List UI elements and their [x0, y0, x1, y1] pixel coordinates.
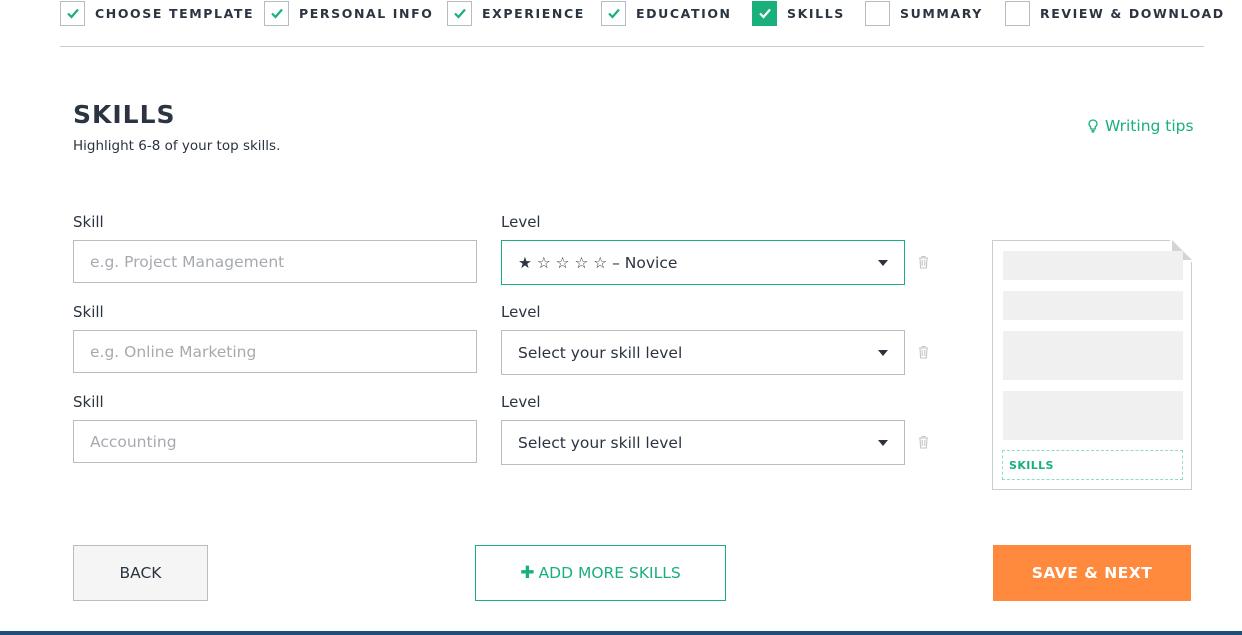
page-subtitle: Highlight 6-8 of your top skills.	[73, 138, 281, 154]
skill-level-value: Select your skill level	[518, 343, 683, 362]
step-skills[interactable]: SKILLS	[752, 0, 845, 26]
preview-skills-section: SKILLS	[1002, 450, 1183, 480]
skill-input[interactable]	[73, 240, 477, 283]
resume-preview: SKILLS	[992, 240, 1192, 490]
skill-level-select[interactable]: Select your skill level	[501, 420, 905, 465]
progress-steps: CHOOSE TEMPLATE PERSONAL INFO EXPERIENCE…	[60, 0, 1223, 47]
step-review-download[interactable]: REVIEW & DOWNLOAD	[1005, 0, 1225, 26]
preview-section-placeholder	[1003, 251, 1183, 280]
trash-icon[interactable]	[918, 255, 929, 269]
check-icon	[66, 8, 79, 19]
skill-level-value: Select your skill level	[518, 433, 683, 452]
add-more-skills-label: ADD MORE SKILLS	[538, 564, 681, 582]
step-checkbox	[1005, 0, 1030, 26]
chevron-down-icon	[878, 349, 888, 356]
chevron-down-icon	[878, 259, 888, 266]
skill-label: Skill	[73, 303, 104, 321]
step-label: SUMMARY	[900, 5, 983, 21]
trash-icon[interactable]	[918, 435, 929, 449]
preview-section-placeholder	[1003, 331, 1183, 380]
step-checkbox	[264, 0, 289, 26]
step-summary[interactable]: SUMMARY	[865, 0, 983, 26]
step-checkbox	[447, 0, 472, 26]
add-more-skills-button[interactable]: ✚ ADD MORE SKILLS	[475, 545, 726, 601]
chevron-down-icon	[878, 439, 888, 446]
trash-icon[interactable]	[918, 345, 929, 359]
footer-strip	[0, 631, 1242, 635]
step-education[interactable]: EDUCATION	[601, 0, 732, 26]
check-icon	[607, 8, 620, 19]
lightbulb-icon	[1088, 119, 1098, 133]
level-label: Level	[501, 303, 541, 321]
writing-tips-label: Writing tips	[1105, 117, 1194, 135]
preview-section-placeholder	[1003, 291, 1183, 320]
skill-level-select[interactable]: Select your skill level	[501, 330, 905, 375]
page-title: SKILLS	[73, 100, 176, 129]
writing-tips-link[interactable]: Writing tips	[1088, 117, 1194, 135]
step-checkbox	[752, 0, 777, 26]
preview-section-placeholder	[1003, 391, 1183, 440]
level-label: Level	[501, 213, 541, 231]
step-experience[interactable]: EXPERIENCE	[447, 0, 585, 26]
save-next-button[interactable]: SAVE & NEXT	[993, 545, 1191, 601]
skill-input[interactable]	[73, 330, 477, 373]
level-label: Level	[501, 393, 541, 411]
skill-label: Skill	[73, 393, 104, 411]
back-button[interactable]: BACK	[73, 545, 208, 601]
check-icon	[270, 8, 283, 19]
plus-icon: ✚	[520, 563, 535, 583]
step-choose-template[interactable]: CHOOSE TEMPLATE	[60, 0, 254, 26]
step-label: SKILLS	[787, 5, 845, 21]
skill-level-value: ★ ☆ ☆ ☆ ☆ – Novice	[518, 253, 678, 272]
check-icon	[758, 8, 771, 19]
skill-input[interactable]	[73, 420, 477, 463]
step-label: EXPERIENCE	[482, 5, 585, 21]
step-label: REVIEW & DOWNLOAD	[1040, 5, 1225, 21]
skill-level-select[interactable]: ★ ☆ ☆ ☆ ☆ – Novice	[501, 240, 905, 285]
step-personal-info[interactable]: PERSONAL INFO	[264, 0, 433, 26]
check-icon	[453, 8, 466, 19]
step-label: PERSONAL INFO	[299, 5, 434, 21]
step-checkbox	[865, 0, 890, 26]
skill-label: Skill	[73, 213, 104, 231]
step-checkbox	[601, 0, 626, 26]
step-checkbox	[60, 0, 85, 26]
step-label: EDUCATION	[636, 5, 732, 21]
step-label: CHOOSE TEMPLATE	[95, 5, 255, 21]
